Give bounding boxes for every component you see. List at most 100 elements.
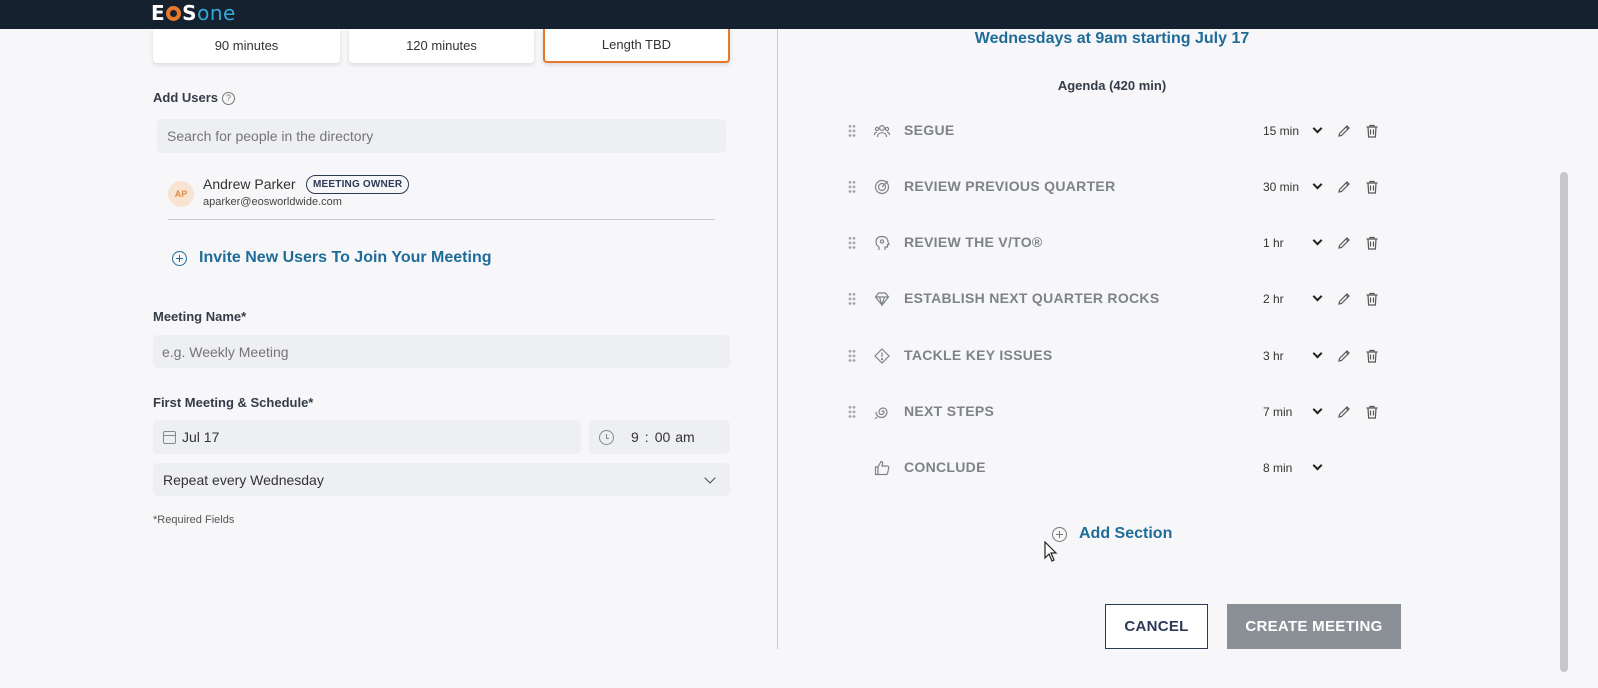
people-icon [873,123,891,139]
duration-option-90[interactable]: 90 minutes [153,29,340,63]
create-meeting-button[interactable]: CREATE MEETING [1227,604,1401,649]
logo-one-text: one [197,1,236,25]
invite-users-label: Invite New Users To Join Your Meeting [199,249,492,266]
agenda-item[interactable]: CONCLUDE 8 min [846,456,1386,480]
chevron-down-icon[interactable] [1312,179,1323,190]
trash-icon[interactable] [1364,123,1380,139]
agenda-item[interactable]: REVIEW THE V/TO® 1 hr [846,231,1386,255]
thumbs-up-icon [874,460,890,476]
pencil-icon[interactable] [1336,348,1352,364]
trash-icon[interactable] [1364,348,1380,364]
schedule-summary: Wednesdays at 9am starting July 17 [974,30,1250,47]
time-input[interactable]: 9 : 00 am [589,420,730,454]
drag-handle-icon[interactable] [848,180,856,194]
help-icon[interactable]: ? [222,92,236,105]
add-section-label: Add Section [1079,525,1173,542]
clock-icon [599,429,614,445]
duration-option-tbd[interactable]: Length TBD [543,29,730,63]
alert-diamond-icon [874,348,890,364]
time-ampm[interactable]: am [675,429,694,445]
agenda-item[interactable]: TACKLE KEY ISSUES 3 hr [846,344,1386,368]
agenda-item-name: REVIEW PREVIOUS QUARTER [904,178,1116,194]
logo-letter-e: E [151,1,166,25]
agenda-item-name: TACKLE KEY ISSUES [904,347,1053,363]
logo-o-mark [166,6,182,21]
meeting-name-input[interactable] [153,335,730,368]
chevron-down-icon[interactable] [1312,123,1323,134]
agenda-item-duration: 8 min [1263,461,1293,475]
duration-option-120[interactable]: 120 minutes [349,29,534,63]
cancel-button[interactable]: CANCEL [1105,604,1208,649]
chevron-down-icon[interactable] [1312,291,1323,302]
user-list-item: AP Andrew Parker MEETING OWNER aparker@e… [168,172,715,220]
agenda-item-duration: 3 hr [1263,349,1284,363]
trash-icon[interactable] [1364,404,1380,420]
trash-icon[interactable] [1364,235,1380,251]
trash-icon[interactable] [1364,291,1380,307]
agenda-item-name: REVIEW THE V/TO® [904,234,1043,250]
chevron-down-icon[interactable] [1312,235,1323,246]
drag-handle-icon[interactable] [848,349,856,363]
meeting-owner-badge: MEETING OWNER [306,175,410,194]
add-section-button[interactable]: Add Section [1052,525,1172,543]
logo-letter-s: S [182,1,198,25]
chevron-down-icon[interactable] [1312,460,1323,471]
column-divider [777,29,778,649]
meeting-name-label: Meeting Name* [153,309,247,324]
date-value: Jul 17 [182,429,220,445]
pencil-icon[interactable] [1336,235,1352,251]
user-search-input[interactable] [157,119,726,153]
time-hour[interactable]: 9 [631,429,639,445]
schedule-label: First Meeting & Schedule* [153,395,314,410]
head-icon [874,235,890,251]
agenda-item[interactable]: NEXT STEPS 7 min [846,400,1386,424]
duration-label: 120 minutes [406,37,477,53]
agenda-item[interactable]: REVIEW PREVIOUS QUARTER 30 min [846,175,1386,199]
chevron-down-icon [704,472,716,484]
agenda-item-duration: 2 hr [1263,292,1284,306]
drag-handle-icon[interactable] [848,292,856,306]
calendar-icon [163,430,176,444]
pencil-icon[interactable] [1336,404,1352,420]
agenda-item[interactable]: ESTABLISH NEXT QUARTER ROCKS 2 hr [846,287,1386,311]
pencil-icon[interactable] [1336,291,1352,307]
spiral-icon [874,404,890,420]
target-icon [874,179,890,195]
required-fields-note: *Required Fields [153,514,235,526]
date-input[interactable]: Jul 17 [153,420,581,454]
duration-label: 90 minutes [214,37,279,53]
drag-handle-icon[interactable] [848,124,856,138]
mouse-cursor-icon [1044,541,1058,562]
plus-circle-icon [1052,526,1067,542]
pencil-icon[interactable] [1336,179,1352,195]
repeat-value: Repeat every Wednesday [163,471,324,488]
drag-handle-icon[interactable] [848,405,856,419]
add-users-label: Add Users? [153,90,236,105]
user-email: aparker@eosworldwide.com [203,196,342,208]
trash-icon[interactable] [1364,179,1380,195]
agenda-item[interactable]: SEGUE 15 min [846,119,1386,143]
chevron-down-icon[interactable] [1312,404,1323,415]
agenda-item-name: SEGUE [904,122,955,138]
agenda-item-duration: 7 min [1263,405,1293,419]
agenda-item-name: NEXT STEPS [904,403,995,419]
duration-label: Length TBD [601,36,672,52]
user-name: Andrew Parker [203,176,296,192]
plus-circle-icon [172,250,187,266]
eos-one-logo[interactable]: E Sone [151,2,236,24]
repeat-select[interactable]: Repeat every Wednesday [153,463,730,496]
time-minute[interactable]: 00 [655,429,671,445]
agenda-item-name: CONCLUDE [904,459,986,475]
time-separator: : [644,429,649,445]
pencil-icon[interactable] [1336,123,1352,139]
chevron-down-icon[interactable] [1312,348,1323,359]
agenda-title: Agenda (420 min) [1057,78,1167,93]
gem-icon [874,291,890,308]
add-users-label-text: Add Users [153,90,219,105]
scrollbar[interactable] [1560,172,1568,672]
agenda-item-name: ESTABLISH NEXT QUARTER ROCKS [904,290,1160,306]
agenda-item-duration: 30 min [1263,180,1300,194]
drag-handle-icon[interactable] [848,236,856,250]
agenda-item-duration: 15 min [1263,124,1300,138]
invite-users-link[interactable]: Invite New Users To Join Your Meeting [172,249,492,267]
